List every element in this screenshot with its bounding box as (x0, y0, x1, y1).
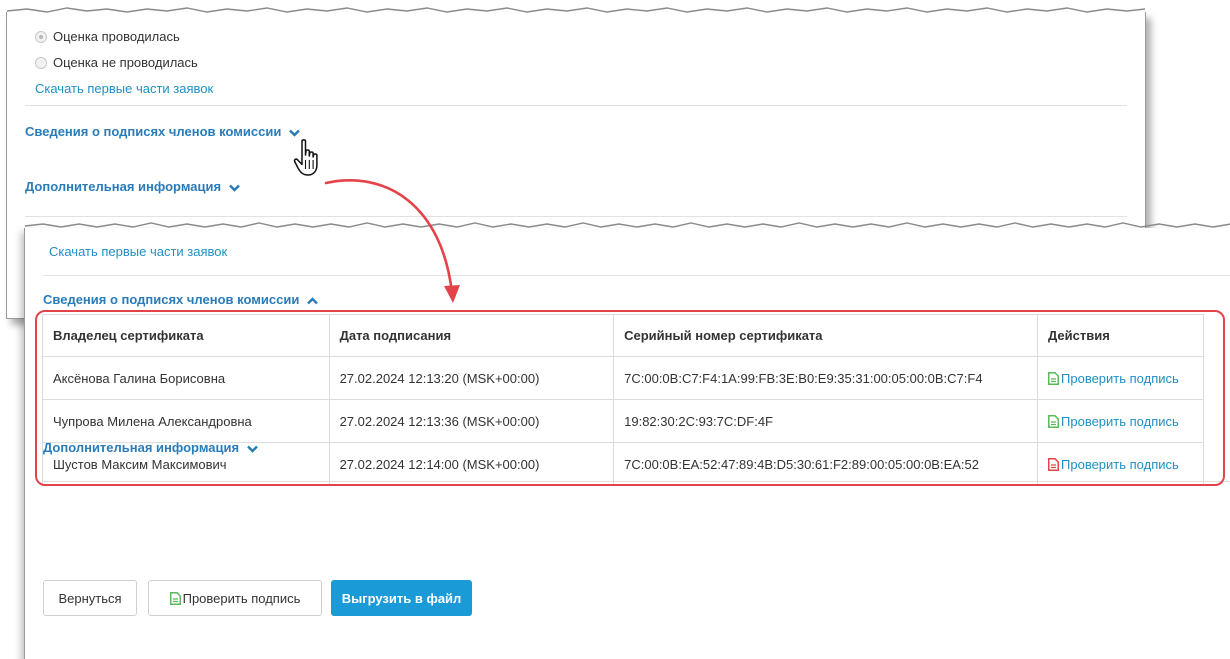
verify-signature-link[interactable]: Проверить подпись (1048, 457, 1179, 472)
signatures-section-title: Сведения о подписях членов комиссии (43, 292, 300, 307)
table-row: Чупрова Милена Александровна 27.02.2024 … (42, 399, 1204, 443)
table-header-row: Владелец сертификата Дата подписания Сер… (42, 314, 1204, 357)
torn-edge (24, 222, 1230, 228)
chevron-up-icon (307, 296, 318, 304)
document-check-icon (1048, 414, 1060, 428)
verify-signature-label: Проверить подпись (1061, 456, 1179, 472)
owner-cell: Чупрова Милена Александровна (42, 399, 330, 443)
additional-info-toggle[interactable]: Дополнительная информация (43, 440, 258, 455)
radio-assessment-done[interactable]: Оценка проводилась (35, 29, 180, 44)
table-row: Аксёнова Галина Борисовна 27.02.2024 12:… (42, 356, 1204, 400)
actions-cell: Проверить подпись (1037, 356, 1204, 400)
column-header-date: Дата подписания (328, 314, 615, 357)
export-to-file-button[interactable]: Выгрузить в файл (331, 580, 472, 616)
torn-edge (6, 7, 1146, 13)
column-header-serial: Серийный номер сертификата (613, 314, 1039, 357)
serial-cell: 19:82:30:2C:93:7C:DF:4F (613, 399, 1039, 443)
column-header-actions: Действия (1037, 314, 1204, 357)
date-cell: 27.02.2024 12:13:36 (MSK+00:00) (328, 399, 615, 443)
radio-button-checked[interactable] (35, 30, 47, 43)
divider (43, 481, 1230, 482)
hand-pointer-icon (293, 139, 318, 176)
divider (25, 105, 1127, 106)
document-error-icon (1048, 457, 1060, 471)
download-first-parts-link[interactable]: Скачать первые части заявок (35, 81, 213, 96)
radio-assessment-not-done-label: Оценка не проводилась (53, 55, 198, 70)
divider (43, 275, 1230, 276)
additional-info-toggle[interactable]: Дополнительная информация (25, 179, 240, 194)
date-cell: 27.02.2024 12:13:20 (MSK+00:00) (328, 356, 615, 400)
verify-signature-label: Проверить подпись (1061, 370, 1179, 386)
verify-signature-link[interactable]: Проверить подпись (1048, 414, 1179, 429)
owner-cell: Аксёнова Галина Борисовна (42, 356, 330, 400)
chevron-down-icon (246, 445, 258, 453)
serial-cell: 7C:00:0B:C7:F4:1A:99:FB:3E:B0:E9:35:31:0… (613, 356, 1039, 400)
date-cell: 27.02.2024 12:14:00 (MSK+00:00) (328, 442, 615, 486)
radio-assessment-not-done[interactable]: Оценка не проводилась (35, 55, 198, 70)
download-first-parts-link[interactable]: Скачать первые части заявок (49, 244, 227, 259)
document-check-icon (169, 591, 181, 605)
actions-cell: Проверить подпись (1037, 442, 1204, 486)
chevron-down-icon (228, 184, 240, 192)
additional-info-title: Дополнительная информация (43, 440, 240, 455)
document-check-icon (1048, 371, 1060, 385)
radio-assessment-done-label: Оценка проводилась (53, 29, 180, 44)
expanded-panel-screenshot: Скачать первые части заявок Сведения о п… (24, 222, 1230, 659)
chevron-down-icon (289, 129, 300, 137)
verify-signature-label: Проверить подпись (1061, 413, 1179, 429)
signatures-section-toggle[interactable]: Сведения о подписях членов комиссии (25, 124, 300, 139)
signatures-table: Владелец сертификата Дата подписания Сер… (42, 314, 1204, 486)
signatures-section-title: Сведения о подписях членов комиссии (25, 124, 282, 139)
column-header-owner: Владелец сертификата (42, 314, 330, 357)
additional-info-title: Дополнительная информация (25, 179, 222, 194)
serial-cell: 7C:00:0B:EA:52:47:89:4B:D5:30:61:F2:89:0… (613, 442, 1039, 486)
verify-signature-button-label: Проверить подпись (182, 590, 301, 606)
back-button[interactable]: Вернуться (43, 580, 137, 616)
divider (25, 216, 1127, 217)
signatures-section-toggle[interactable]: Сведения о подписях членов комиссии (43, 292, 318, 307)
actions-cell: Проверить подпись (1037, 399, 1204, 443)
verify-signature-link[interactable]: Проверить подпись (1048, 371, 1179, 386)
signatures-table-wrapper: Владелец сертификата Дата подписания Сер… (42, 314, 1204, 486)
verify-signature-button[interactable]: Проверить подпись (148, 580, 322, 616)
radio-button[interactable] (35, 56, 47, 69)
